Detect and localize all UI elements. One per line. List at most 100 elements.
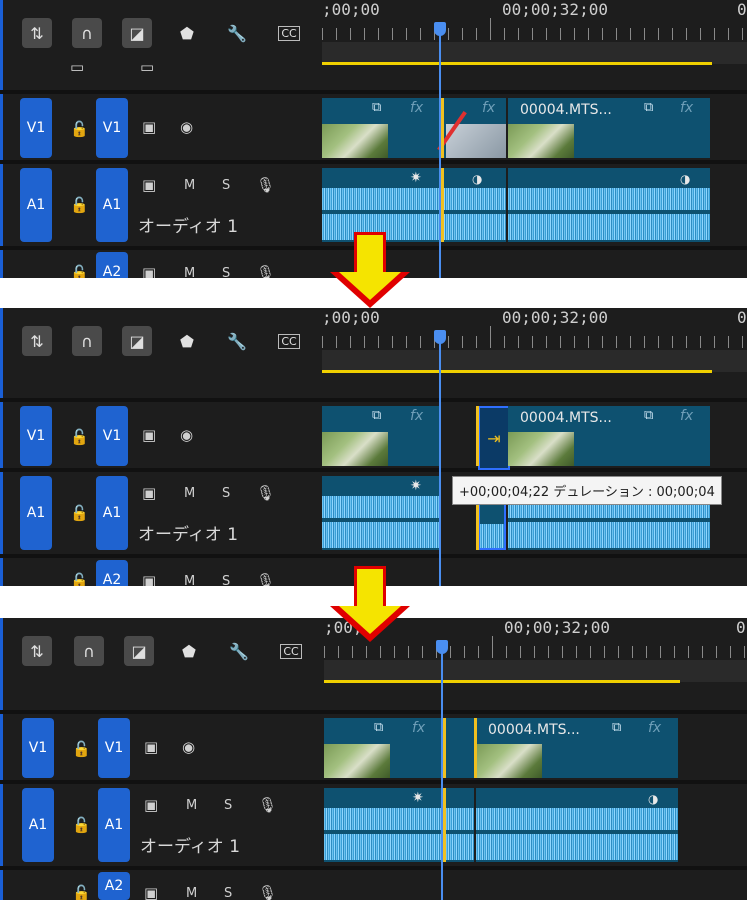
solo-button[interactable]: S <box>224 798 232 813</box>
audio-clip-cut[interactable]: ◑ <box>442 168 506 242</box>
playhead-line[interactable] <box>441 652 443 900</box>
microphone-icon[interactable]: 🎙 <box>256 176 275 194</box>
edit-point-left[interactable] <box>443 788 446 862</box>
video-clip[interactable]: ⧉ fx <box>322 406 440 466</box>
microphone-icon[interactable]: 🎙 <box>256 264 275 278</box>
toggle-sync-lock-icon[interactable]: ▣ <box>142 572 156 586</box>
lock-icon[interactable]: 🔓 <box>70 120 89 138</box>
linked-selection-icon[interactable]: ◪ <box>122 18 152 48</box>
track-target-a2[interactable]: A2 <box>96 252 128 278</box>
mute-button[interactable]: M <box>186 886 197 900</box>
mute-button[interactable]: M <box>186 798 197 813</box>
eye-icon[interactable]: ◉ <box>180 118 193 136</box>
playhead-line[interactable] <box>439 342 441 586</box>
work-area-bar[interactable] <box>322 350 747 372</box>
track-source-v1[interactable]: V1 <box>22 718 54 778</box>
snap-magnet-icon[interactable]: ∩ <box>74 636 104 666</box>
audio-clip[interactable]: ✷ <box>322 168 440 242</box>
snap-magnet-icon[interactable]: ∩ <box>72 326 102 356</box>
toggle-sync-lock-icon[interactable]: ▣ <box>144 738 158 756</box>
video-clip-short[interactable] <box>446 718 474 778</box>
audio-clip-00004[interactable]: ◑ <box>508 168 710 242</box>
video-clip[interactable]: ⧉ fx <box>322 98 440 158</box>
add-marker-icon[interactable]: ⬟ <box>172 326 202 356</box>
sync-icon[interactable]: ▭ <box>140 58 154 76</box>
nest-sequence-icon[interactable]: ⇅ <box>22 18 52 48</box>
lock-icon[interactable]: 🔓 <box>70 572 89 586</box>
linked-selection-icon[interactable]: ◪ <box>124 636 154 666</box>
solo-button[interactable]: S <box>222 574 230 586</box>
track-target-v1[interactable]: V1 <box>96 98 128 158</box>
microphone-icon[interactable]: 🎙 <box>256 484 275 502</box>
lock-icon[interactable]: 🔓 <box>72 740 91 758</box>
track-target-a1[interactable]: A1 <box>98 788 130 862</box>
track-target-a2[interactable]: A2 <box>98 872 130 900</box>
track-source-a1[interactable]: A1 <box>20 168 52 242</box>
snap-magnet-icon[interactable]: ∩ <box>72 18 102 48</box>
wrench-icon[interactable]: 🔧 <box>222 18 252 48</box>
lock-icon[interactable]: 🔓 <box>70 428 89 446</box>
audio-clip[interactable]: ✷ <box>324 788 442 862</box>
audio-clip-00004[interactable]: ◑ <box>476 788 678 862</box>
track-name-a1[interactable]: オーディオ 1 <box>138 520 238 545</box>
work-area-bar[interactable] <box>324 660 747 682</box>
solo-button[interactable]: S <box>222 266 230 278</box>
solo-button[interactable]: S <box>222 178 230 193</box>
video-clip-00004[interactable]: 00004.MTS... ⧉ fx <box>508 98 710 158</box>
edit-point-left[interactable] <box>441 168 444 242</box>
lock-icon[interactable]: ▭ <box>70 58 84 76</box>
microphone-icon[interactable]: 🎙 <box>258 796 277 814</box>
time-ruler[interactable]: ;00;00 00;00;32;00 00 <box>322 308 747 350</box>
lock-icon[interactable]: 🔓 <box>70 264 89 278</box>
lock-icon[interactable]: 🔓 <box>72 816 91 834</box>
add-marker-icon[interactable]: ⬟ <box>172 18 202 48</box>
track-target-a1[interactable]: A1 <box>96 476 128 550</box>
audio-clip[interactable]: ✷ <box>322 476 440 550</box>
track-source-a1[interactable]: A1 <box>22 788 54 862</box>
wrench-icon[interactable]: 🔧 <box>222 326 252 356</box>
track-target-v1[interactable]: V1 <box>96 406 128 466</box>
nest-sequence-icon[interactable]: ⇅ <box>22 636 52 666</box>
video-clip-00004[interactable]: 00004.MTS... ⧉ fx <box>508 406 710 466</box>
solo-button[interactable]: S <box>224 886 232 900</box>
mute-button[interactable]: M <box>184 486 195 501</box>
track-target-v1[interactable]: V1 <box>98 718 130 778</box>
track-name-a1[interactable]: オーディオ 1 <box>138 212 238 237</box>
captions-icon[interactable]: CC <box>274 18 304 48</box>
toggle-sync-lock-icon[interactable]: ▣ <box>142 426 156 444</box>
track-source-v1[interactable]: V1 <box>20 98 52 158</box>
mute-button[interactable]: M <box>184 266 195 278</box>
eye-icon[interactable]: ◉ <box>182 738 195 756</box>
edit-point-left[interactable] <box>443 718 446 778</box>
nest-sequence-icon[interactable]: ⇅ <box>22 326 52 356</box>
add-marker-icon[interactable]: ⬟ <box>174 636 204 666</box>
video-clip-00004[interactable]: 00004.MTS... ⧉ fx <box>476 718 678 778</box>
toggle-sync-lock-icon[interactable]: ▣ <box>144 796 158 814</box>
lock-icon[interactable]: 🔓 <box>70 196 89 214</box>
microphone-icon[interactable]: 🎙 <box>256 572 275 586</box>
audio-clip-short[interactable] <box>446 788 474 862</box>
lock-icon[interactable]: 🔓 <box>72 884 91 900</box>
track-target-a1[interactable]: A1 <box>96 168 128 242</box>
microphone-icon[interactable]: 🎙 <box>258 884 277 900</box>
ripple-trim-icon[interactable]: ⇥ <box>478 406 510 470</box>
toggle-sync-lock-icon[interactable]: ▣ <box>142 176 156 194</box>
lock-icon[interactable]: 🔓 <box>70 504 89 522</box>
toggle-sync-lock-icon[interactable]: ▣ <box>142 484 156 502</box>
linked-selection-icon[interactable]: ◪ <box>122 326 152 356</box>
track-source-v1[interactable]: V1 <box>20 406 52 466</box>
captions-icon[interactable]: CC <box>274 326 304 356</box>
time-ruler[interactable]: ;00;00 00;00;32;00 00 <box>322 0 747 42</box>
solo-button[interactable]: S <box>222 486 230 501</box>
edit-point-right[interactable] <box>474 718 477 778</box>
toggle-sync-lock-icon[interactable]: ▣ <box>142 264 156 278</box>
wrench-icon[interactable]: 🔧 <box>224 636 254 666</box>
eye-icon[interactable]: ◉ <box>180 426 193 444</box>
toggle-sync-lock-icon[interactable]: ▣ <box>144 884 158 900</box>
track-target-a2[interactable]: A2 <box>96 560 128 586</box>
edit-point-left[interactable] <box>476 406 479 466</box>
track-source-a1[interactable]: A1 <box>20 476 52 550</box>
captions-icon[interactable]: CC <box>276 636 306 666</box>
mute-button[interactable]: M <box>184 574 195 586</box>
playhead-line[interactable] <box>439 34 441 278</box>
